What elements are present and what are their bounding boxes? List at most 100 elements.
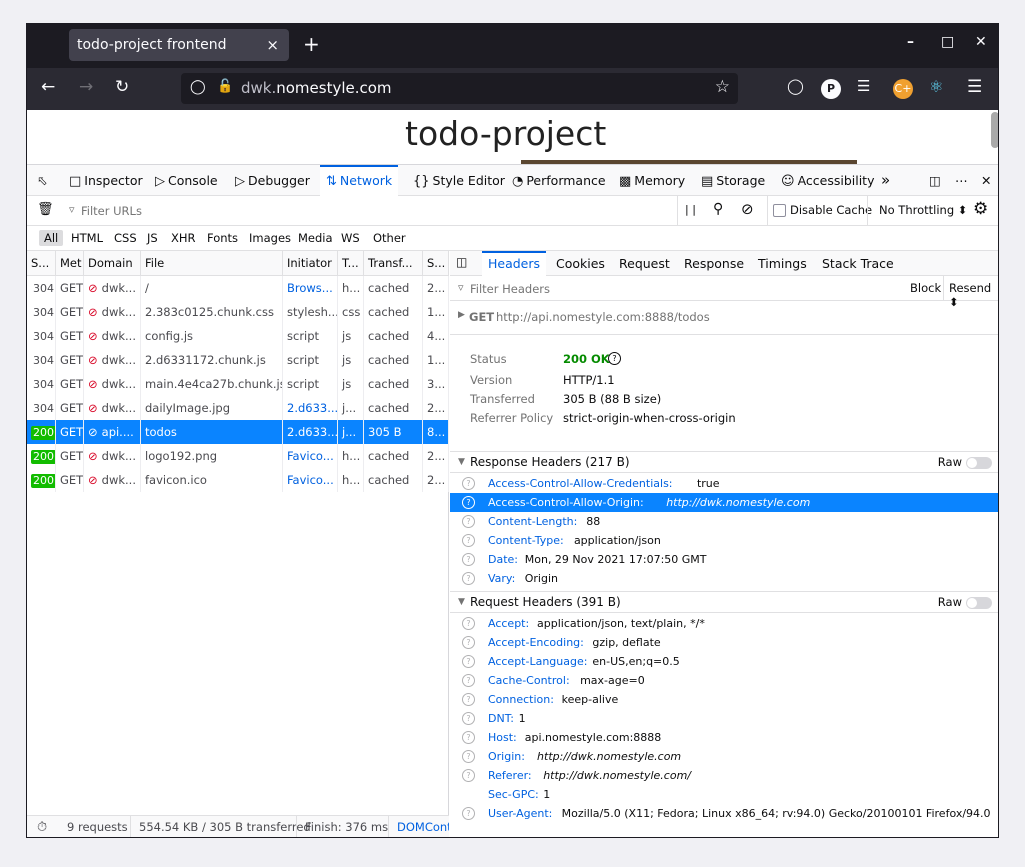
header-row[interactable]: ? Accept-Language: en-US,en;q=0.5 <box>450 652 998 671</box>
devtools-menu-icon[interactable]: ⋯ <box>949 165 974 196</box>
help-icon[interactable]: ? <box>462 553 475 566</box>
tab-storage[interactable]: ▤ Storage <box>695 165 771 196</box>
table-row[interactable]: 304 GET ⊘ dwk... 2.383c0125.chunk.css stylesh… <box>27 300 449 324</box>
more-tabs-icon[interactable]: » <box>875 165 896 196</box>
trash-icon[interactable]: 🗑 <box>37 202 54 217</box>
header-row[interactable]: ? Date: Mon, 29 Nov 2021 17:07:50 GMT <box>450 550 998 569</box>
header-row[interactable]: ? Content-Type: application/json <box>450 531 998 550</box>
tab-console[interactable]: ▷ Console <box>149 165 224 196</box>
type-ws[interactable]: WS <box>336 230 365 246</box>
filter-headers-input[interactable] <box>470 279 890 298</box>
help-icon[interactable]: ? <box>462 636 475 649</box>
header-row[interactable]: ? Access-Control-Allow-Origin: http://dwk.… <box>450 493 998 512</box>
help-icon[interactable]: ? <box>462 515 475 528</box>
header-row[interactable]: ? Accept: application/json, text/plain, */… <box>450 614 998 633</box>
type-media[interactable]: Media <box>293 230 338 246</box>
header-row[interactable]: ? Vary: Origin <box>450 569 998 588</box>
help-icon[interactable]: ? <box>462 731 475 744</box>
tab-timings[interactable]: Timings <box>752 251 813 276</box>
search-icon[interactable]: ⚲ <box>713 201 723 217</box>
lock-insecure-icon[interactable]: 🔓 <box>217 79 233 94</box>
header-row[interactable]: ? Connection: keep-alive <box>450 690 998 709</box>
throttling-select[interactable]: No Throttling ⬍ <box>879 203 967 217</box>
response-headers-section[interactable]: ▼ Response Headers (217 B) Raw <box>450 451 998 473</box>
settings-gear-icon[interactable]: ⚙ <box>973 199 988 219</box>
element-picker-icon[interactable]: ⬁ <box>31 165 53 196</box>
tab-accessibility[interactable]: ☺ Accessibility <box>775 165 880 196</box>
tab-performance[interactable]: ◔ Performance <box>506 165 612 196</box>
help-icon[interactable]: ? <box>462 712 475 725</box>
help-icon[interactable]: ? <box>462 769 475 782</box>
tab-memory[interactable]: ▩ Memory <box>613 165 691 196</box>
reload-icon[interactable]: ↻ <box>115 77 129 97</box>
pocket-icon[interactable]: ◯ <box>787 77 804 95</box>
type-fonts[interactable]: Fonts <box>202 230 243 246</box>
help-icon[interactable]: ? <box>462 572 475 585</box>
help-icon[interactable]: ? <box>462 655 475 668</box>
library-icon[interactable]: ☰ <box>857 77 870 95</box>
pause-button[interactable]: | | <box>685 203 696 216</box>
type-xhr[interactable]: XHR <box>166 230 201 246</box>
new-tab-button[interactable]: + <box>303 32 320 56</box>
col-transferred[interactable]: Transf... <box>364 251 423 276</box>
menu-icon[interactable]: ☰ <box>967 77 982 97</box>
type-other[interactable]: Other <box>368 230 411 246</box>
help-icon[interactable]: ? <box>462 496 475 509</box>
table-row[interactable]: 304 GET ⊘ dwk... / Brows... h... cached 2... <box>27 276 449 300</box>
tab-inspector[interactable]: □ Inspector <box>63 165 149 196</box>
url-text[interactable]: dwk.nomestyle.com <box>241 79 392 97</box>
collapse-arrow-icon[interactable]: ▼ <box>458 452 465 473</box>
help-icon[interactable]: ? <box>462 674 475 687</box>
filter-urls-input[interactable] <box>81 201 671 221</box>
help-icon[interactable]: ? <box>462 477 475 490</box>
table-row[interactable]: 304 GET ⊘ dwk... config.js script js cached 4... <box>27 324 449 348</box>
type-html[interactable]: HTML <box>66 230 108 246</box>
help-icon[interactable]: ? <box>462 750 475 763</box>
tab-response[interactable]: Response <box>678 251 750 276</box>
type-css[interactable]: CSS <box>109 230 142 246</box>
col-method[interactable]: Met <box>56 251 84 276</box>
tab-stack-trace[interactable]: Stack Trace <box>816 251 900 276</box>
table-row[interactable]: 304 GET ⊘ dwk... 2.d6331172.chunk.js script js… <box>27 348 449 372</box>
disable-cache-checkbox[interactable] <box>773 204 786 217</box>
collapse-arrow-icon[interactable]: ▼ <box>458 592 465 613</box>
header-row[interactable]: Sec-GPC: 1 <box>450 785 998 804</box>
request-url-row[interactable]: ▶ GET http://api.nomestyle.com:8888/todo… <box>450 301 998 335</box>
raw-toggle[interactable] <box>966 597 992 609</box>
col-file[interactable]: File <box>141 251 283 276</box>
table-row[interactable]: 304 GET ⊘ dwk... main.4e4ca27b.chunk.js scrip… <box>27 372 449 396</box>
tab-style-editor[interactable]: {} Style Editor <box>407 165 511 196</box>
shield-icon[interactable]: ◯ <box>190 79 206 95</box>
browser-tab[interactable]: todo-project frontend × <box>69 29 289 61</box>
close-window-icon[interactable]: ✕ <box>975 34 987 50</box>
header-row[interactable]: ? Cache-Control: max-age=0 <box>450 671 998 690</box>
close-devtools-icon[interactable]: ✕ <box>975 165 997 196</box>
block-button[interactable]: Block <box>910 281 941 295</box>
header-row[interactable]: ? User-Agent: Mozilla/5.0 (X11; Fedora; Li… <box>450 804 998 823</box>
header-row[interactable]: ? Content-Length: 88 <box>450 512 998 531</box>
table-row[interactable]: 200 GET ⊘ api.... todos 2.d633... j... 305 B 8..… <box>27 420 449 444</box>
tab-request[interactable]: Request <box>613 251 676 276</box>
header-row[interactable]: ? DNT: 1 <box>450 709 998 728</box>
table-row[interactable]: 304 GET ⊘ dwk... dailyImage.jpg 2.d633... j...… <box>27 396 449 420</box>
raw-toggle[interactable] <box>966 457 992 469</box>
table-row[interactable]: 200 GET ⊘ dwk... favicon.ico Favico... h... cac… <box>27 468 449 492</box>
extension-c-icon[interactable]: C+ <box>893 79 913 99</box>
maximize-icon[interactable]: □ <box>941 34 954 50</box>
url-bar[interactable]: ◯ 🔓 dwk.nomestyle.com ☆ <box>181 73 738 104</box>
minimize-icon[interactable]: – <box>907 34 914 50</box>
type-images[interactable]: Images <box>244 230 296 246</box>
tab-network[interactable]: ⇅ Network <box>320 165 399 196</box>
table-row[interactable]: 200 GET ⊘ dwk... logo192.png Favico... h... cac… <box>27 444 449 468</box>
react-devtools-icon[interactable]: ⚛ <box>929 77 943 96</box>
expand-arrow-icon[interactable]: ▶ <box>458 310 465 320</box>
close-tab-icon[interactable]: × <box>266 29 279 61</box>
bookmark-star-icon[interactable]: ☆ <box>715 77 730 97</box>
header-row[interactable]: ? Referer: http://dwk.nomestyle.com/ <box>450 766 998 785</box>
profile-icon[interactable]: P <box>821 79 841 99</box>
help-icon[interactable]: ? <box>462 807 475 820</box>
toggle-sidebar-icon[interactable]: ◫ <box>456 255 467 269</box>
dock-side-icon[interactable]: ◫ <box>923 165 947 196</box>
back-icon[interactable]: ← <box>41 77 55 97</box>
stopwatch-icon[interactable]: ⏱ <box>37 816 47 837</box>
